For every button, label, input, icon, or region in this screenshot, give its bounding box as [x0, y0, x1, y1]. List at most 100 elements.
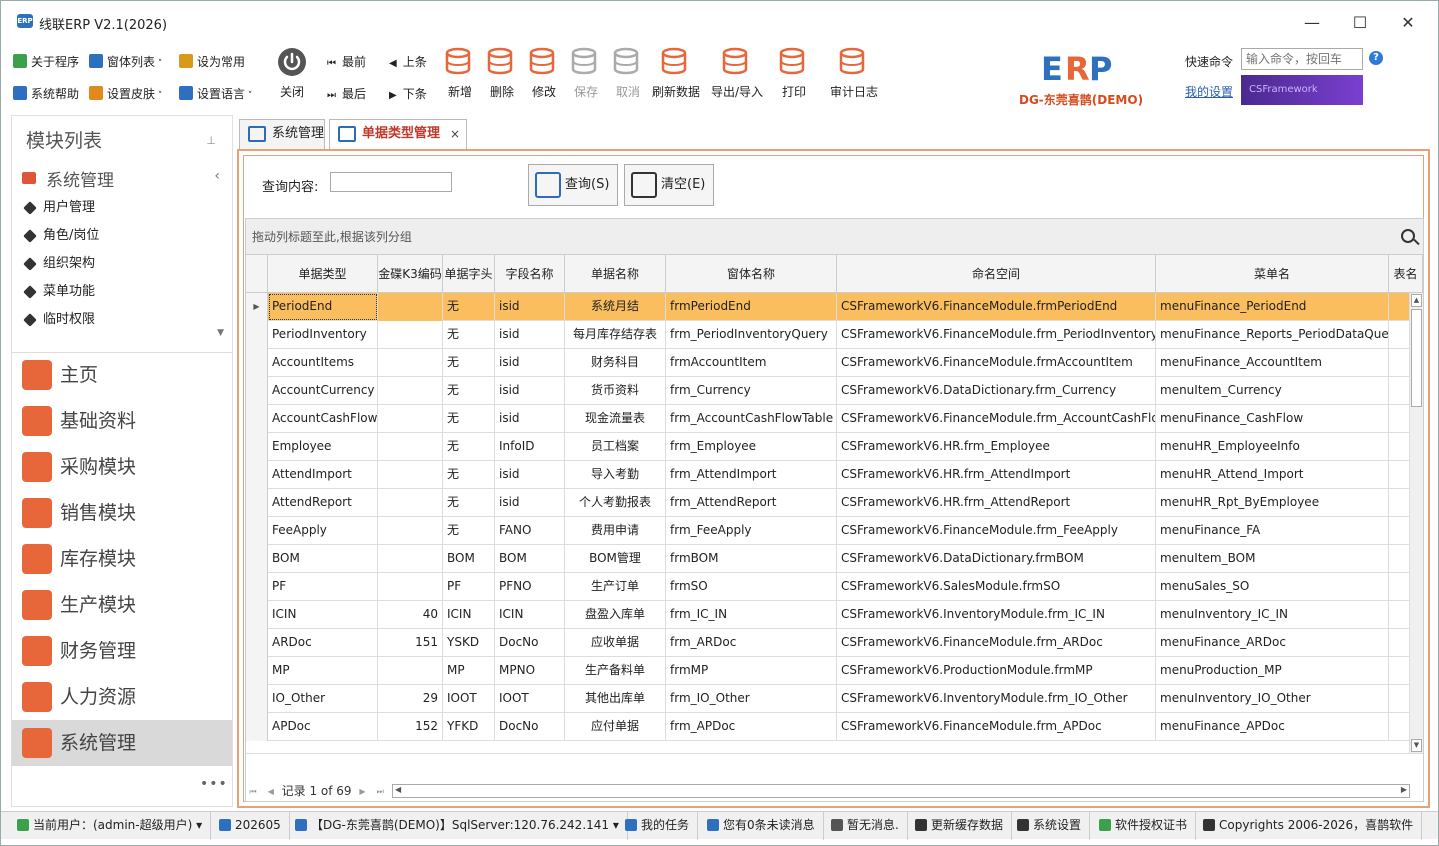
row-indicator[interactable]	[246, 629, 268, 657]
table-cell[interactable]	[378, 461, 443, 489]
table-cell[interactable]: CSFrameworkV6.FinanceModule.frmPeriodEnd	[837, 293, 1156, 321]
table-cell[interactable]: menuFinance_PeriodEnd	[1156, 293, 1389, 321]
table-cell[interactable]: frm_FeeApply	[666, 517, 837, 545]
help-icon[interactable]: ?	[1369, 51, 1383, 65]
save-button[interactable]: 保存	[563, 45, 609, 100]
column-header[interactable]: 单据字头	[443, 255, 495, 293]
table-cell[interactable]: isid	[495, 377, 565, 405]
table-cell[interactable]: menuSales_SO	[1156, 573, 1389, 601]
status-copyright[interactable]: Copyrights 2006-2026，喜鹊软件	[1199, 812, 1423, 840]
sidebar-group-system[interactable]: 系统管理 ‹	[12, 162, 232, 192]
status-refresh-cache[interactable]: 更新缓存数据	[911, 812, 1013, 840]
nav-prev-icon[interactable]: ◀	[264, 785, 278, 799]
row-indicator[interactable]	[246, 713, 268, 741]
table-cell[interactable]: CSFrameworkV6.InventoryModule.frm_IO_Oth…	[837, 685, 1156, 713]
table-cell[interactable]: isid	[495, 405, 565, 433]
table-row[interactable]: PF PF PFNO 生产订单 frmSO CSFrameworkV6.SalesModu…	[246, 573, 1409, 601]
table-cell[interactable]: CSFrameworkV6.HR.frm_AttendImport	[837, 461, 1156, 489]
scroll-down-icon[interactable]: ▼	[217, 328, 224, 338]
row-indicator[interactable]	[246, 461, 268, 489]
sidebar-item-0[interactable]: 用户管理	[12, 194, 232, 222]
close-window-button[interactable]: ✕	[1385, 9, 1431, 37]
table-cell[interactable]: 货币资料	[565, 377, 666, 405]
table-cell[interactable]: 财务科目	[565, 349, 666, 377]
table-cell[interactable]: IOOT	[443, 685, 495, 713]
table-cell[interactable]: CSFrameworkV6.HR.frm_AttendReport	[837, 489, 1156, 517]
pin-icon[interactable]: ⊥	[206, 134, 216, 147]
row-indicator[interactable]	[246, 321, 268, 349]
table-cell[interactable]: IO_Other	[268, 685, 378, 713]
table-cell[interactable]	[1389, 321, 1409, 349]
table-cell[interactable]: MPNO	[495, 657, 565, 685]
table-cell[interactable]	[378, 321, 443, 349]
delete-button[interactable]: 删除	[479, 45, 525, 100]
table-cell[interactable]: 员工档案	[565, 433, 666, 461]
table-cell[interactable]: 现金流量表	[565, 405, 666, 433]
close-button[interactable]: 关闭	[269, 45, 315, 100]
column-header[interactable]: 字段名称	[495, 255, 565, 293]
table-cell[interactable]: FeeApply	[268, 517, 378, 545]
column-header[interactable]: 金碟K3编码	[378, 255, 443, 293]
column-header[interactable]: 单据名称	[565, 255, 666, 293]
table-cell[interactable]: PF	[268, 573, 378, 601]
scroll-thumb[interactable]	[1411, 309, 1422, 407]
column-header[interactable]: 单据类型	[268, 255, 378, 293]
clear-button[interactable]: 清空(E)	[624, 164, 714, 206]
table-cell[interactable]: isid	[495, 349, 565, 377]
table-cell[interactable]: menuHR_Rpt_ByEmployee	[1156, 489, 1389, 517]
status-db[interactable]: 【DG-东莞喜鹊(DEMO)】SqlServer:120.76.242.141 …	[291, 812, 628, 840]
row-indicator[interactable]	[246, 685, 268, 713]
sidebar-item-1[interactable]: 角色/岗位	[12, 222, 232, 250]
table-cell[interactable]: 无	[443, 293, 495, 321]
status-period[interactable]: 202605	[215, 812, 290, 840]
table-cell[interactable]: isid	[495, 461, 565, 489]
table-cell[interactable]: frmBOM	[666, 545, 837, 573]
print-button[interactable]: 打印	[771, 45, 817, 100]
module-hr[interactable]: 人力资源	[12, 674, 232, 720]
table-cell[interactable]: 其他出库单	[565, 685, 666, 713]
sidebar-item-2[interactable]: 组织架构	[12, 250, 232, 278]
table-cell[interactable]	[1389, 573, 1409, 601]
table-cell[interactable]: menuHR_EmployeeInfo	[1156, 433, 1389, 461]
table-cell[interactable]: 无	[443, 433, 495, 461]
table-cell[interactable]	[378, 377, 443, 405]
row-indicator[interactable]	[246, 489, 268, 517]
table-cell[interactable]: ARDoc	[268, 629, 378, 657]
table-cell[interactable]: DocNo	[495, 713, 565, 741]
module-production[interactable]: 生产模块	[12, 582, 232, 628]
group-panel[interactable]: 拖动列标题至此,根据该列分组	[246, 219, 1423, 255]
row-indicator[interactable]	[246, 377, 268, 405]
table-row[interactable]: AccountCashFlow 无 isid 现金流量表 frm_AccountCash…	[246, 405, 1409, 433]
table-row[interactable]: AttendImport 无 isid 导入考勤 frm_AttendImport CSF…	[246, 461, 1409, 489]
about-button[interactable]: 关于程序	[13, 53, 79, 71]
table-cell[interactable]: CSFrameworkV6.SalesModule.frmSO	[837, 573, 1156, 601]
table-cell[interactable]	[1389, 377, 1409, 405]
window-list-button[interactable]: 窗体列表 ˅	[89, 53, 162, 71]
table-cell[interactable]	[1389, 349, 1409, 377]
language-button[interactable]: 设置语言 ˅	[179, 85, 252, 103]
column-header[interactable]: 菜单名	[1156, 255, 1389, 293]
table-cell[interactable]: menuFinance_AccountItem	[1156, 349, 1389, 377]
minimize-button[interactable]: —	[1289, 9, 1335, 37]
table-cell[interactable]: 无	[443, 377, 495, 405]
row-indicator[interactable]	[246, 657, 268, 685]
last-record-button[interactable]: ⏭ 最后	[327, 85, 366, 103]
table-cell[interactable]	[1389, 601, 1409, 629]
table-cell[interactable]	[1389, 685, 1409, 713]
first-record-button[interactable]: ⏮ 最前	[327, 53, 366, 71]
table-cell[interactable]: BOM	[268, 545, 378, 573]
table-cell[interactable]: 生产备料单	[565, 657, 666, 685]
table-row[interactable]: AccountItems 无 isid 财务科目 frmAccountItem CSFra…	[246, 349, 1409, 377]
table-cell[interactable]: BOM	[443, 545, 495, 573]
nav-first-icon[interactable]: ⏮	[246, 785, 260, 799]
row-indicator[interactable]	[246, 405, 268, 433]
module-home[interactable]: 主页	[12, 352, 232, 398]
module-sales[interactable]: 销售模块	[12, 490, 232, 536]
table-cell[interactable]: YFKD	[443, 713, 495, 741]
table-cell[interactable]	[1389, 713, 1409, 741]
table-cell[interactable]: menuProduction_MP	[1156, 657, 1389, 685]
column-header[interactable]: 表名	[1389, 255, 1423, 293]
module-basic-data[interactable]: 基础资料	[12, 398, 232, 444]
table-cell[interactable]: AccountItems	[268, 349, 378, 377]
table-cell[interactable]: ICIN	[443, 601, 495, 629]
